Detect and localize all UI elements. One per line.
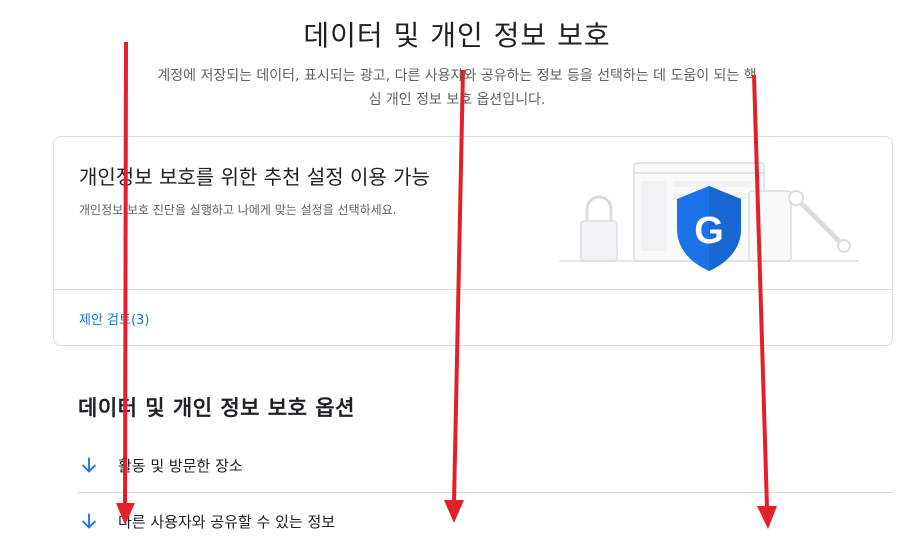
arrow-down-icon bbox=[81, 457, 97, 473]
padlock-icon bbox=[585, 195, 613, 221]
option-label: 다른 사용자와 공유할 수 있는 정보 bbox=[118, 512, 336, 531]
option-activity-places[interactable]: 활동 및 방문한 장소 bbox=[78, 437, 893, 493]
privacy-checkup-illustration: G bbox=[559, 162, 859, 271]
arrow-down-icon bbox=[81, 513, 97, 529]
page-title: 데이터 및 개인 정보 보호 bbox=[303, 19, 611, 52]
review-suggestions-link[interactable]: 제안 검토(3) bbox=[79, 309, 149, 328]
card-description: 개인정보 보호 진단을 실행하고 나에게 맞는 설정을 선택하세요. bbox=[79, 203, 397, 217]
privacy-recommendation-card: 개인정보 보호를 위한 추천 설정 이용 가능 개인정보 보호 진단을 실행하고… bbox=[53, 136, 893, 346]
privacy-page: 데이터 및 개인 정보 보호 계정에 저장되는 데이터, 표시되는 광고, 다른… bbox=[0, 0, 914, 547]
page-subtitle: 계정에 저장되는 데이터, 표시되는 광고, 다른 사용자와 공유하는 정보 등… bbox=[157, 68, 757, 108]
section-title: 데이터 및 개인 정보 보호 옵션 bbox=[78, 396, 355, 420]
option-shared-info[interactable]: 다른 사용자와 공유할 수 있는 정보 bbox=[78, 493, 893, 547]
svg-text:G: G bbox=[694, 210, 724, 252]
option-label: 활동 및 방문한 장소 bbox=[118, 456, 243, 475]
card-title: 개인정보 보호를 위한 추천 설정 이용 가능 bbox=[79, 165, 430, 189]
card-divider bbox=[54, 289, 892, 290]
